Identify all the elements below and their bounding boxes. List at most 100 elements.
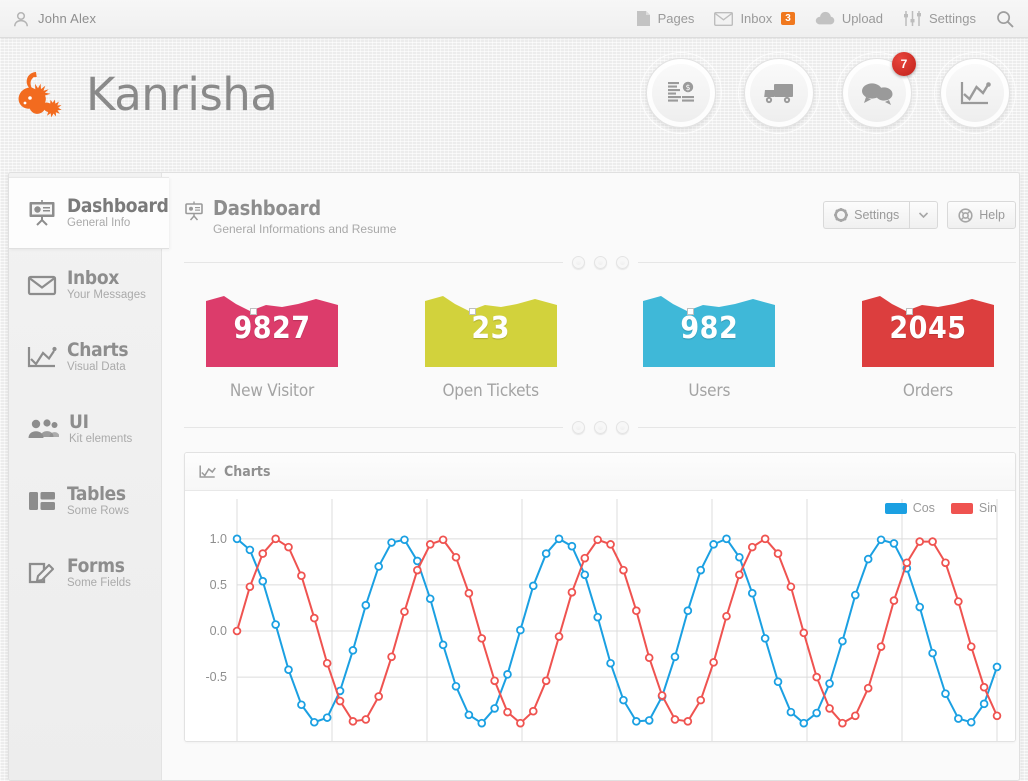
- chart-point: [245, 545, 255, 555]
- stat-card-orders[interactable]: 2045 Orders: [861, 291, 994, 401]
- carousel-dot-2[interactable]: [593, 256, 607, 269]
- search-button[interactable]: [996, 10, 1014, 28]
- carousel-dot-5[interactable]: [593, 421, 607, 434]
- page-subtitle: General Informations and Resume: [213, 222, 397, 236]
- pencil-square-icon: [27, 559, 57, 587]
- chart-point: [567, 541, 577, 551]
- chart-point: [941, 689, 950, 698]
- chart-point: [425, 540, 435, 549]
- nav-circle-shipping[interactable]: [744, 58, 814, 128]
- charts-panel-header: Charts: [185, 453, 1015, 491]
- chart-point: [374, 692, 383, 701]
- chart-point: [657, 691, 667, 700]
- chart-point: [838, 718, 847, 728]
- page-actions: Settings Help: [823, 197, 1016, 229]
- chart-point: [632, 606, 641, 616]
- topbar-item-inbox[interactable]: Inbox 3: [714, 11, 795, 26]
- chart-point: [348, 717, 358, 726]
- user-name: John Alex: [38, 11, 97, 26]
- brand-name: Kanrisha: [86, 67, 278, 121]
- carousel-dot-6[interactable]: [615, 421, 629, 434]
- presentation-icon: [184, 201, 204, 221]
- legend-item-cos[interactable]: Cos: [884, 501, 935, 515]
- chart-ytick-label: -0.5: [205, 670, 227, 684]
- chart-point: [232, 626, 242, 636]
- stat-card-new-visitor[interactable]: 9827 New Visitor: [206, 291, 338, 401]
- stat-card-users[interactable]: 982 Users: [643, 291, 776, 401]
- user-menu[interactable]: John Alex: [0, 10, 96, 28]
- chart-point: [928, 648, 937, 658]
- chart-point: [670, 652, 680, 662]
- chevron-down-icon: [919, 212, 929, 218]
- sidebar-item-ui[interactable]: UI Kit elements: [9, 393, 161, 465]
- chart-point: [503, 707, 512, 717]
- chart-point: [696, 695, 706, 705]
- sidebar-item-dashboard[interactable]: Dashboard General Info: [9, 177, 169, 249]
- chart-point: [309, 717, 319, 727]
- chart-point: [619, 695, 628, 705]
- chart-point: [747, 588, 757, 598]
- chart-point: [580, 570, 590, 580]
- topbar-item-pages[interactable]: Pages: [636, 10, 695, 27]
- chart-point: [876, 535, 886, 545]
- sidebar-item-tables[interactable]: Tables Some Rows: [9, 465, 161, 537]
- chart-plot-svg[interactable]: 1.0 0.5 0.0 -0.5: [185, 491, 1015, 741]
- chart-point: [876, 642, 886, 651]
- brand-logo[interactable]: Kanrisha: [14, 64, 278, 124]
- nav-circle-finance[interactable]: $: [646, 58, 716, 128]
- chart-point: [735, 552, 744, 562]
- sidebar-item-forms[interactable]: Forms Some Fields: [9, 537, 161, 609]
- page-header: Dashboard General Informations and Resum…: [184, 173, 1016, 236]
- chart-point: [760, 634, 770, 643]
- sidebar-title-ui: UI: [69, 410, 89, 433]
- settings-button-group: Settings: [823, 201, 939, 229]
- carousel-dot-1[interactable]: [571, 256, 585, 269]
- stat-card-value: 9827: [233, 311, 311, 346]
- topbar-item-upload[interactable]: Upload: [815, 11, 883, 26]
- chart-point: [387, 652, 396, 662]
- chart-point: [889, 539, 899, 548]
- chart-point: [683, 717, 693, 726]
- chart-point: [361, 600, 371, 610]
- chart-point: [464, 710, 474, 720]
- topbar-label-pages: Pages: [657, 11, 695, 26]
- page-icon: [636, 10, 651, 27]
- sidebar-item-charts[interactable]: Charts Visual Data: [9, 321, 161, 393]
- sidebar-item-inbox[interactable]: Inbox Your Messages: [9, 249, 161, 321]
- nav-circle-analytics[interactable]: [940, 58, 1010, 128]
- chart-point: [554, 632, 564, 641]
- stat-card-caption: Open Tickets: [442, 381, 539, 401]
- chart-point: [825, 704, 834, 713]
- nav-circle-messages[interactable]: 7: [842, 52, 916, 128]
- settings-dropdown-toggle[interactable]: [909, 201, 939, 229]
- chart-point: [722, 534, 731, 544]
- lizard-logo-icon: [14, 64, 76, 124]
- chart-point: [490, 704, 499, 713]
- help-button[interactable]: Help: [947, 201, 1016, 229]
- chart-point: [425, 594, 435, 604]
- chart-point: [954, 714, 963, 723]
- chart-point: [297, 700, 306, 710]
- chart-point: [606, 658, 615, 668]
- stat-card-caption: Orders: [902, 381, 954, 401]
- chart-point: [322, 658, 332, 668]
- help-button-label: Help: [979, 208, 1005, 222]
- stat-card-open-tickets[interactable]: 23 Open Tickets: [424, 291, 557, 401]
- chart-point: [284, 542, 293, 552]
- chart-point: [954, 597, 963, 606]
- legend-item-sin[interactable]: Sin: [950, 501, 997, 515]
- sidebar-title-inbox: Inbox: [67, 266, 120, 289]
- chart-point: [979, 699, 989, 709]
- chart-point: [503, 670, 512, 679]
- carousel-dot-3[interactable]: [615, 256, 629, 269]
- truck-icon: [762, 80, 796, 106]
- chart-ytick-label: 1.0: [210, 532, 227, 546]
- chart-point: [541, 549, 551, 558]
- chart-point: [451, 552, 461, 562]
- carousel-dot-4[interactable]: [571, 421, 585, 434]
- topbar-item-settings[interactable]: Settings: [903, 10, 976, 27]
- settings-button[interactable]: Settings: [823, 201, 910, 229]
- chart-point: [966, 717, 976, 727]
- chart-point: [413, 565, 422, 575]
- chart-point: [786, 707, 796, 717]
